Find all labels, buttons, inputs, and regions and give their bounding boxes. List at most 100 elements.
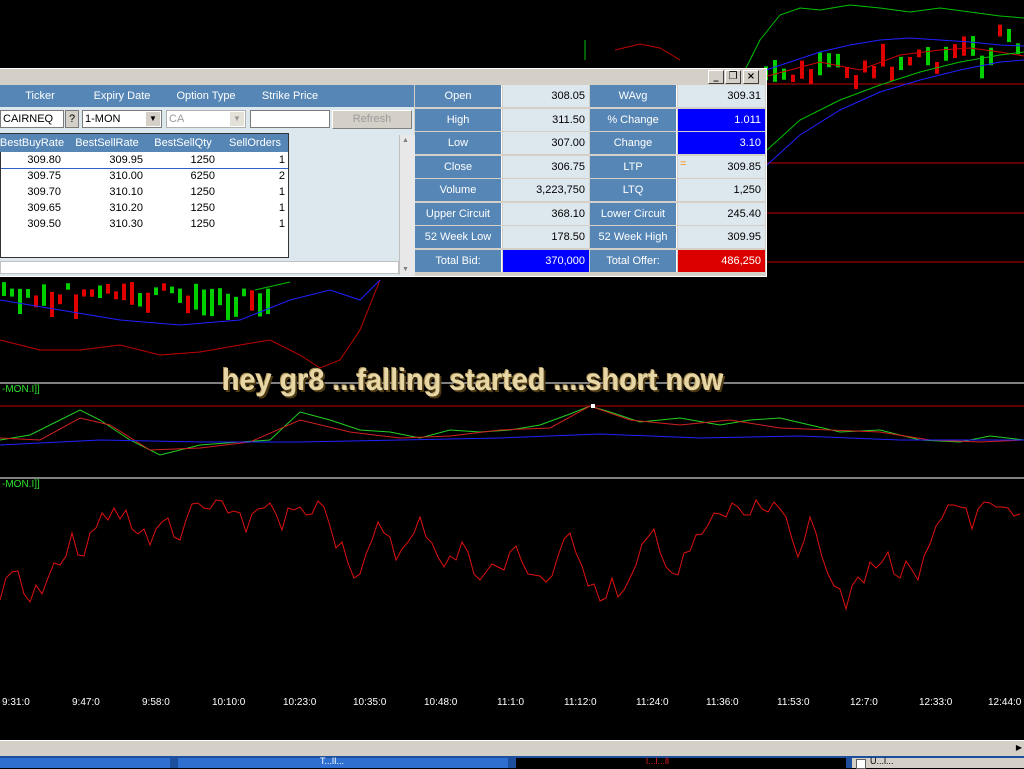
quote-label-52-week-high: 52 Week High <box>590 226 677 248</box>
quote-label-change: Change <box>590 132 677 154</box>
table-cell: 310.00 <box>109 170 143 182</box>
quote-label-upper-circuit: Upper Circuit <box>415 202 502 225</box>
taskbar-item-1[interactable] <box>0 758 170 768</box>
indicator1-label: -MON.I]] <box>2 384 40 395</box>
quote-value-high: 311.50 <box>503 108 589 131</box>
close-button[interactable]: × <box>743 70 759 84</box>
quote-label-volume: Volume <box>415 179 502 201</box>
refresh-button[interactable]: Refresh <box>332 110 412 129</box>
table-cell: 310.10 <box>109 186 143 198</box>
table-cell: 309.50 <box>27 218 61 230</box>
table-cell: 1 <box>278 202 285 214</box>
col-best-buy-rate: BestBuyRate <box>0 134 67 152</box>
market-depth-table: BestBuyRate BestSellRate BestSellQty Sel… <box>0 133 289 258</box>
time-tick-label: 10:10:0 <box>212 697 246 708</box>
table-cell: 1 <box>278 218 285 230</box>
ticker-header: Ticker <box>0 85 80 107</box>
chevron-down-icon[interactable]: ▼ <box>146 112 160 126</box>
table-cell: 1 <box>278 186 285 198</box>
quote-value-ltp: 309.85 <box>678 155 765 178</box>
scroll-right-icon[interactable]: ▶ <box>1016 743 1022 752</box>
quote-label-total-offer: Total Offer: <box>590 249 677 272</box>
restore-button[interactable]: ❐ <box>725 70 741 84</box>
col-best-sell-rate: BestSellRate <box>71 134 143 152</box>
horizontal-scrollbar[interactable] <box>0 261 399 274</box>
quote-label-ltq: LTQ <box>590 179 677 201</box>
quote-value-close: 306.75 <box>503 155 589 178</box>
quote-label-close: Close <box>415 155 502 178</box>
table-cell: 309.75 <box>27 170 61 182</box>
time-tick-label: 10:23:0 <box>283 697 317 708</box>
time-tick-label: 11:1:0 <box>497 697 525 708</box>
chart-horizontal-scrollbar[interactable]: ▶ <box>0 740 1024 757</box>
option-type-select[interactable]: CA ▼ <box>166 110 246 128</box>
option-type-header: Option Type <box>164 85 248 107</box>
time-tick-label: 11:53:0 <box>777 697 810 708</box>
vertical-scrollbar[interactable]: ▲ ▼ <box>399 135 415 275</box>
strike-price-input[interactable] <box>250 110 330 128</box>
quote-label-low: Low <box>415 132 502 154</box>
quote-label-ltp: LTP <box>590 155 677 178</box>
table-cell: 1250 <box>190 218 215 230</box>
time-tick-label: 11:36:0 <box>706 697 739 708</box>
scroll-down-icon[interactable]: ▼ <box>402 266 409 273</box>
quote-value-low: 307.00 <box>503 132 589 154</box>
quote-label-52-week-low: 52 Week Low <box>415 226 502 248</box>
table-cell: 310.20 <box>109 202 143 214</box>
ltp-trend-marker: = <box>680 157 687 170</box>
taskbar-item-3-label: l...l...ll <box>646 756 670 766</box>
market-watch-window: _ ❐ × Ticker Expiry Date Option Type Str… <box>0 68 767 277</box>
checkbox-label: U...l... <box>870 756 894 766</box>
quote-value-ltq: 1,250 <box>678 179 765 201</box>
table-cell: 309.65 <box>27 202 61 214</box>
scroll-up-icon[interactable]: ▲ <box>402 137 409 144</box>
time-tick-label: 12:44:0 <box>988 697 1022 708</box>
table-cell: 6250 <box>190 170 215 182</box>
indicator2-label: -MON.I]] <box>2 479 40 490</box>
expiry-header: Expiry Date <box>82 85 162 107</box>
order-entry-pane: Ticker Expiry Date Option Type Strike Pr… <box>0 85 415 276</box>
col-best-sell-qty: BestSellQty <box>147 134 219 152</box>
quote-label--change: % Change <box>590 108 677 131</box>
quote-value-total-offer: 486,250 <box>678 249 765 272</box>
quote-value-wavg: 309.31 <box>678 85 765 107</box>
taskbar-item-2[interactable]: T...lI... <box>178 756 508 768</box>
time-tick-label: 12:7:0 <box>850 697 878 708</box>
quote-table: Open 308.05 WAvg 309.31 High 311.50% Change 1.… <box>415 85 766 276</box>
table-cell: 309.95 <box>109 154 143 166</box>
ticker-help-button[interactable]: ? <box>65 110 79 128</box>
time-tick-label: 9:31:0 <box>2 697 30 708</box>
quote-label-total-bid: Total Bid: <box>415 249 502 272</box>
col-sell-orders: SellOrders <box>223 134 287 152</box>
table-cell: 1250 <box>190 154 215 166</box>
chart-comment-text: hey gr8 ...falling started ....short now <box>222 362 724 397</box>
quote-value-lower-circuit: 245.40 <box>678 202 765 225</box>
quote-label-open: Open <box>415 85 502 107</box>
taskbar-checkbox-area[interactable]: U...l... <box>852 756 1024 769</box>
table-cell: 309.80 <box>27 154 61 166</box>
quote-label-wavg: WAvg <box>590 85 677 107</box>
window-titlebar[interactable]: _ ❐ × <box>0 69 766 85</box>
quote-label-high: High <box>415 108 502 131</box>
table-cell: 309.70 <box>27 186 61 198</box>
quote-value--change: 1.011 <box>678 108 765 131</box>
taskbar-item-3[interactable]: l...l...ll <box>516 756 846 768</box>
taskbar-item-2-label: T...lI... <box>320 756 345 766</box>
time-tick-label: 10:48:0 <box>424 697 458 708</box>
option-type-value: CA <box>169 113 185 125</box>
table-cell: 1 <box>278 154 285 166</box>
ticker-input[interactable]: CAIRNEQ <box>0 110 64 128</box>
time-tick-label: 10:35:0 <box>353 697 387 708</box>
quote-value-open: 308.05 <box>503 85 589 107</box>
table-cell: 310.30 <box>109 218 143 230</box>
time-tick-label: 9:58:0 <box>142 697 170 708</box>
table-cell: 1250 <box>190 186 215 198</box>
expiry-value: 1-MON <box>85 113 121 125</box>
expiry-select[interactable]: 1-MON ▼ <box>82 110 162 128</box>
minimize-button[interactable]: _ <box>708 70 724 84</box>
quote-value-upper-circuit: 368.10 <box>503 202 589 225</box>
time-tick-label: 12:33:0 <box>919 697 953 708</box>
quote-value-change: 3.10 <box>678 132 765 154</box>
quote-value-volume: 3,223,750 <box>503 179 589 201</box>
chevron-down-icon[interactable]: ▼ <box>230 112 244 126</box>
